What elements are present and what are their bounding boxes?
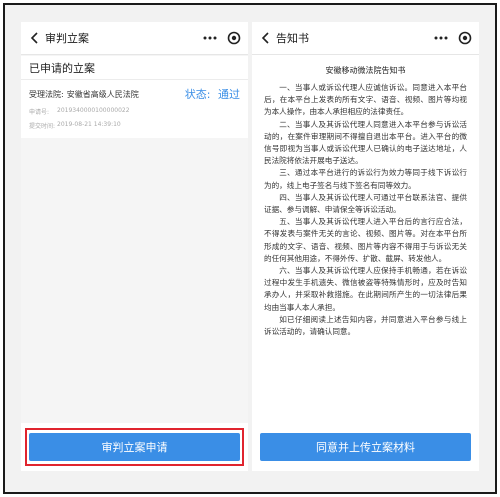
notice-paragraph: 二、当事人及其诉讼代理人同意进入本平台参与诉讼活动的，在案件审理期间不得擅自退出… [264, 119, 467, 166]
more-dots-icon[interactable] [431, 28, 451, 48]
notice-paragraph: 四、当事人及其诉讼代理人可通过平台联系法官、提供证据、参与调解、申请保全等诉讼活… [264, 192, 467, 215]
apply-case-button[interactable]: 审判立案申请 [29, 433, 240, 461]
submit-date: 2019-08-21 14:39:10 [57, 121, 121, 128]
notice-heading: 安徽移动微法院告知书 [325, 66, 406, 75]
section-header: 已申请的立案 [21, 56, 248, 80]
top-bar: 审判立案 [21, 22, 248, 55]
top-bar: 告知书 [252, 22, 479, 55]
case-list-screen: 审判立案 已申请的立案 受理法院: 安徽省高级人民法院 状态: 通过 申请号: … [21, 22, 248, 471]
case-no-label: 申请号: [29, 109, 50, 116]
back-arrow-icon[interactable] [27, 28, 41, 48]
status-badge: 状态: 通过 [185, 86, 240, 102]
notice-paragraph: 如已仔细阅读上述告知内容，并同意进入平台参与线上诉讼活动的，请确认同意。 [264, 314, 467, 337]
notice-paragraph: 三、通过本平台进行的诉讼行为效力等同于线下诉讼行为的，线上电子签名与线下签名有同… [264, 168, 467, 190]
notice-paragraph: 六、当事人及其诉讼代理人应保持手机畅通，若在诉讼过程中发生手机遗失、微信被盗等特… [264, 266, 467, 312]
notice-paragraph: 五、当事人及其诉讼代理人进入平台后的言行应合法，不得发表与案件无关的言论、视频、… [264, 217, 467, 263]
court-label: 受理法院: [29, 89, 64, 99]
page-title: 审判立案 [45, 32, 89, 45]
date-label: 提交时间: [29, 123, 56, 130]
notice-body: 安徽移动微法院告知书 一、当事人或诉讼代理人应诚信诉讼。同意进入本平台后，在本平… [252, 55, 479, 339]
back-arrow-icon[interactable] [258, 28, 272, 48]
bottom-bar: 同意并上传立案材料 [252, 423, 479, 471]
notice-screen: 告知书 安徽移动微法院告知书 一、当事人或诉讼代理人应诚信诉讼。同意进入本平台后… [252, 22, 479, 471]
more-dots-icon[interactable] [200, 28, 220, 48]
page-title: 告知书 [276, 32, 309, 45]
case-no: 2019340000100000022 [57, 107, 130, 114]
close-target-icon[interactable] [457, 30, 473, 46]
bottom-bar: 审判立案申请 [21, 423, 248, 471]
court-name: 安徽省高级人民法院 [66, 89, 139, 99]
close-target-icon[interactable] [226, 30, 242, 46]
notice-paragraph: 一、当事人或诉讼代理人应诚信诉讼。同意进入本平台后，在本平台上发表的所有文字、语… [264, 83, 467, 117]
status-label: 状态: [184, 88, 211, 101]
agree-upload-button[interactable]: 同意并上传立案材料 [260, 433, 471, 461]
case-card[interactable]: 受理法院: 安徽省高级人民法院 状态: 通过 申请号: 201934000010… [21, 80, 248, 138]
status-value: 通过 [218, 88, 240, 101]
